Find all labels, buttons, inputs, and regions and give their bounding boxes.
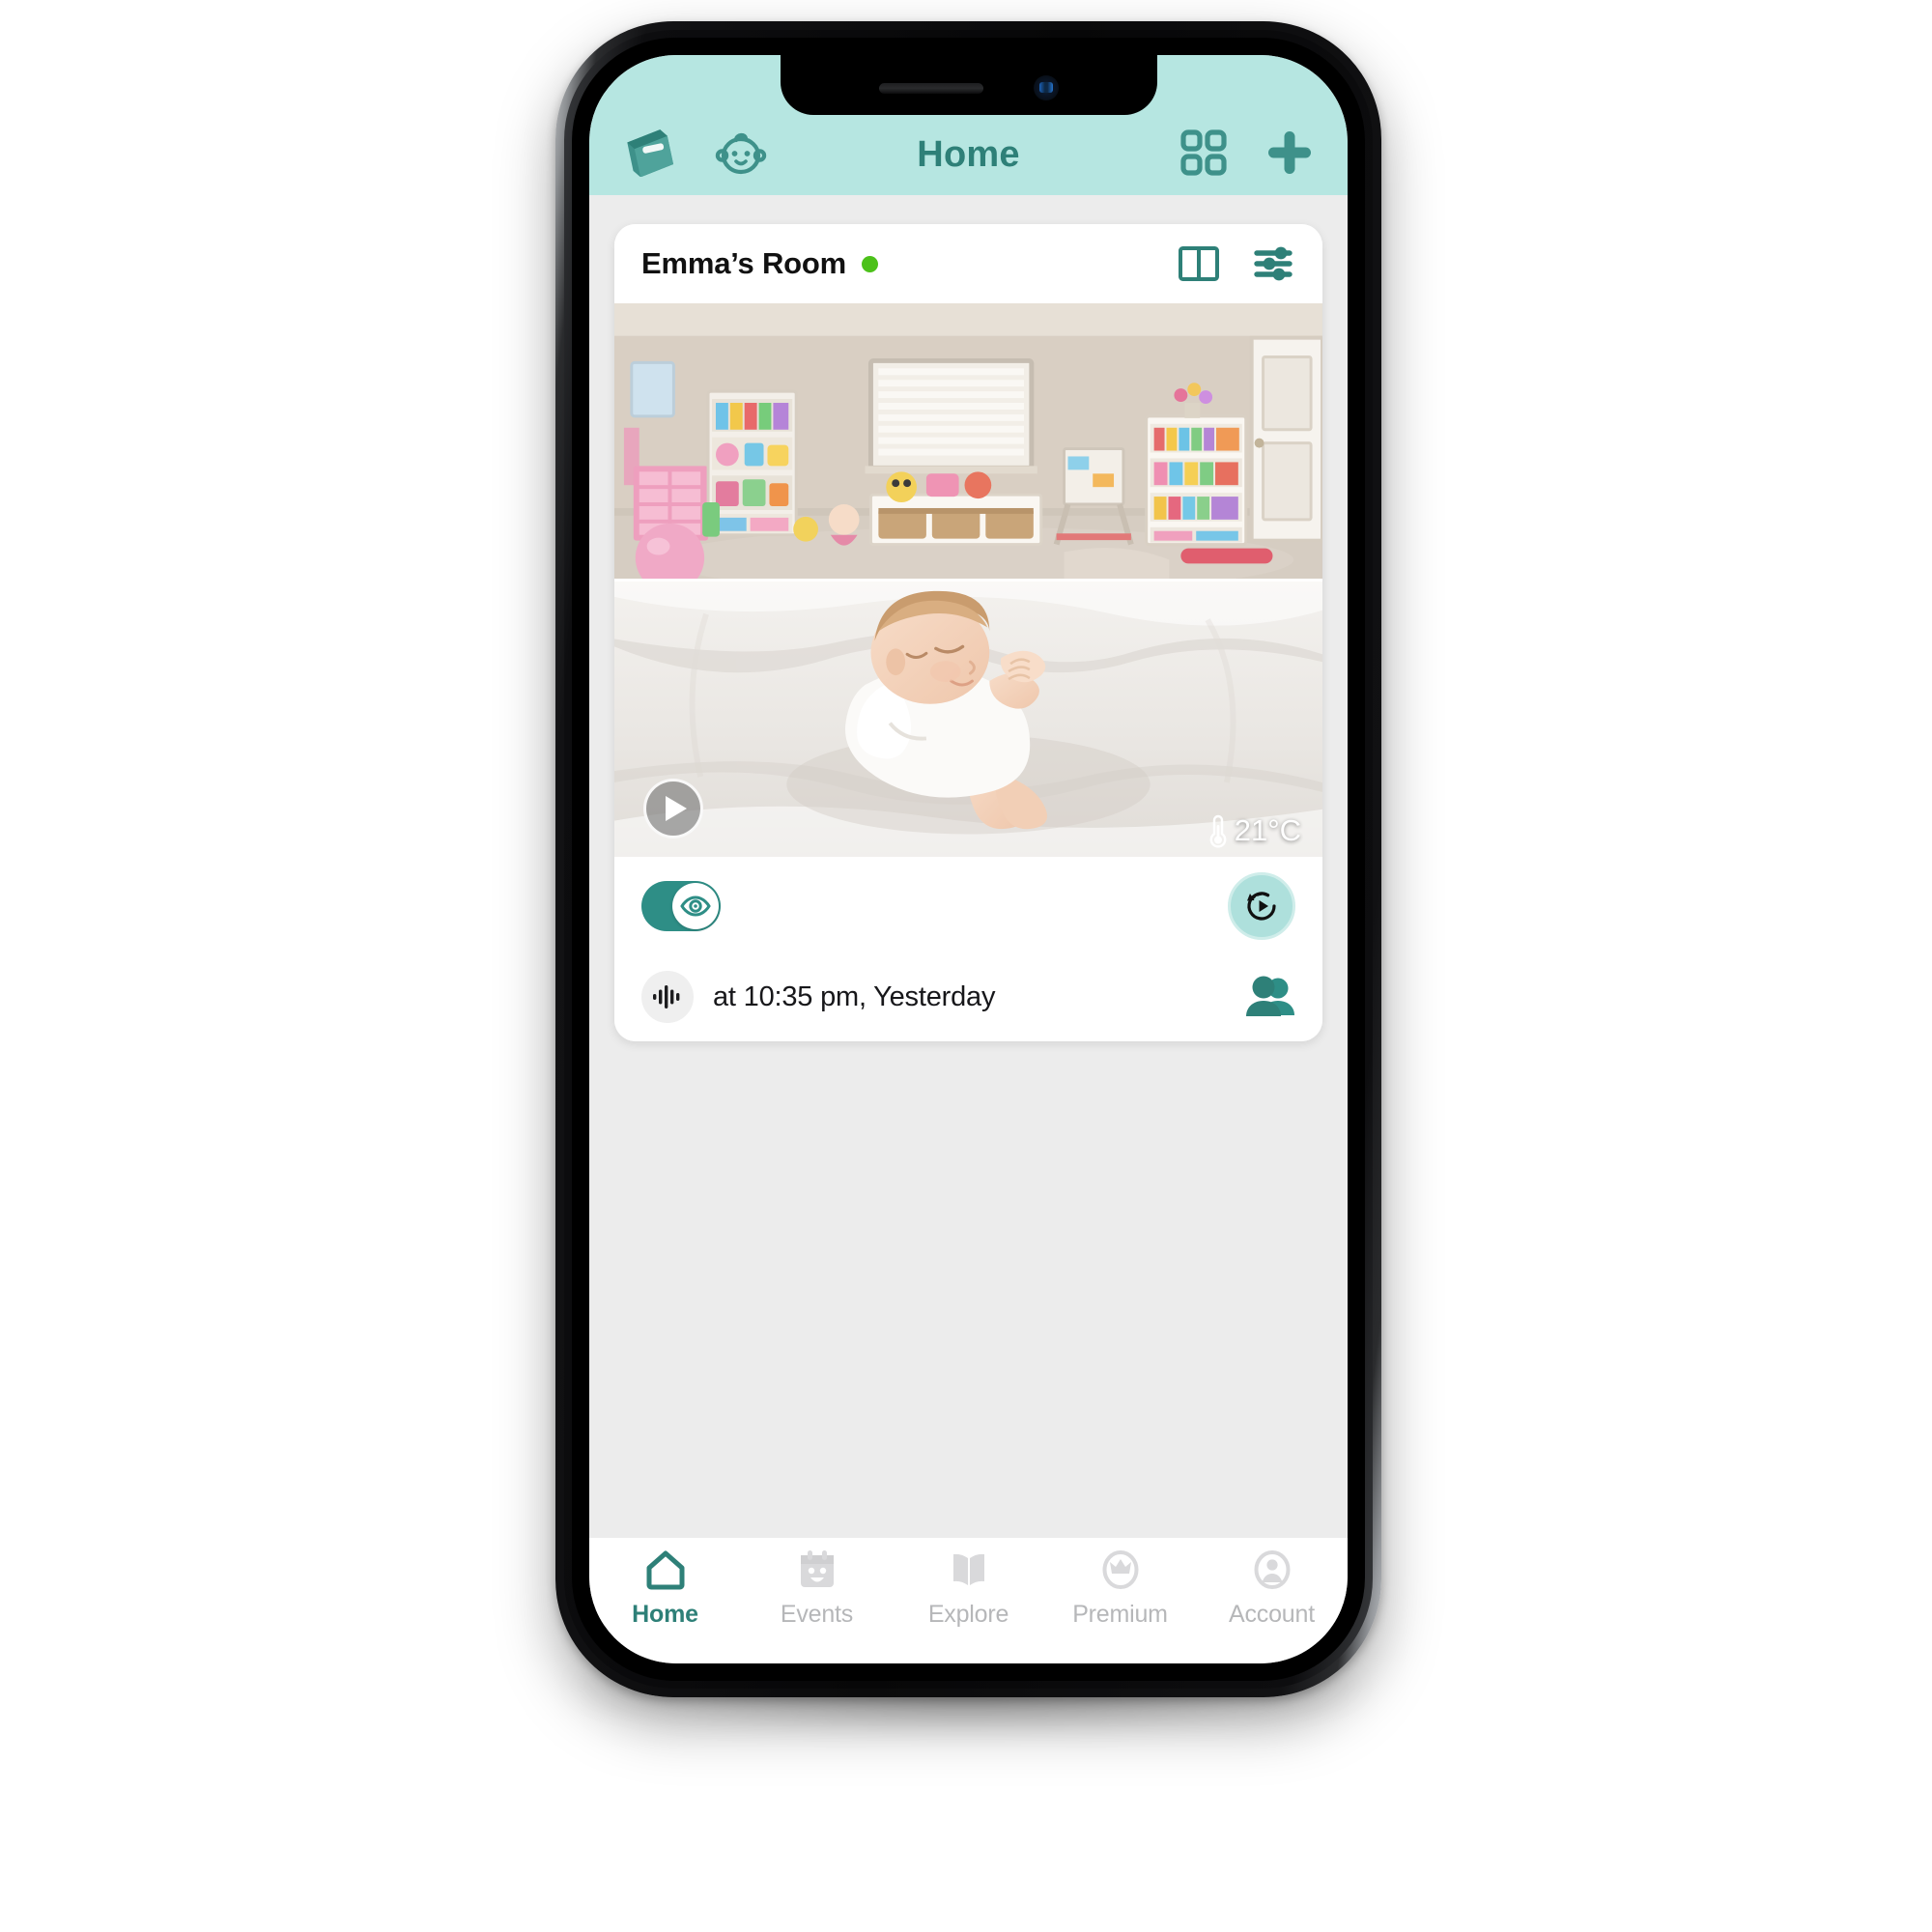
sliders-icon[interactable] [1251, 244, 1295, 283]
status-badge [862, 255, 878, 272]
header-left-actions [622, 128, 767, 178]
tab-home-label: Home [632, 1601, 698, 1628]
replay-icon [1247, 892, 1276, 921]
watch-toggle[interactable] [641, 881, 721, 931]
tab-explore-label: Explore [927, 1601, 1009, 1628]
phone-screen: Home Emma’s Room 21°C at 10:35 pm, Yeste… [589, 55, 1348, 1663]
eye-icon [680, 895, 711, 917]
camera-card: Emma’s Room 21°C at 10:35 pm, Yesterday [614, 224, 1322, 1041]
toggle-knob [672, 883, 719, 929]
tab-explore[interactable]: Explore [893, 1548, 1044, 1629]
temperature-badge: 21°C [1208, 813, 1301, 848]
tab-premium-label: Premium [1072, 1601, 1168, 1628]
baby-face-icon[interactable] [715, 128, 767, 178]
crib-close-view[interactable]: 21°C [614, 582, 1322, 860]
room-wide-view[interactable] [614, 303, 1322, 582]
plus-icon[interactable] [1264, 128, 1315, 178]
replay-button[interactable] [1228, 872, 1295, 940]
tab-events[interactable]: Events [741, 1548, 893, 1629]
people-icon[interactable] [1245, 976, 1295, 1018]
thermometer-icon [1208, 813, 1228, 848]
person-circle-icon [1250, 1548, 1294, 1592]
front-camera-icon [1033, 75, 1059, 100]
tab-account-label: Account [1229, 1601, 1315, 1628]
crown-circle-icon [1098, 1548, 1143, 1592]
screenshot-root: Home Emma’s Room 21°C at 10:35 pm, Yeste… [0, 0, 1932, 1932]
camera-card-header: Emma’s Room [614, 224, 1322, 303]
open-book-icon [947, 1548, 991, 1592]
play-triangle-icon [666, 796, 687, 821]
tab-events-label: Events [780, 1601, 854, 1628]
grid-icon[interactable] [1179, 128, 1228, 177]
last-event-row[interactable]: at 10:35 pm, Yesterday [614, 952, 1322, 1041]
phone-device: Home Emma’s Room 21°C at 10:35 pm, Yeste… [555, 21, 1381, 1697]
temperature-value: 21°C [1234, 813, 1301, 847]
tab-account[interactable]: Account [1196, 1548, 1348, 1629]
app-body: Emma’s Room 21°C at 10:35 pm, Yesterday [589, 195, 1348, 1538]
audio-waveform-icon [641, 971, 694, 1023]
tab-home[interactable]: Home [589, 1548, 741, 1629]
calendar-face-icon [795, 1548, 839, 1592]
header-right-actions [1179, 128, 1315, 178]
last-event-timestamp: at 10:35 pm, Yesterday [713, 980, 996, 1012]
split-view-icon[interactable] [1178, 244, 1220, 283]
book-icon[interactable] [622, 128, 676, 177]
device-notch [780, 55, 1157, 115]
bottom-navigation: Home Events Explore Premium Account [589, 1538, 1348, 1663]
house-icon [643, 1548, 688, 1592]
camera-card-actions [1178, 244, 1295, 283]
tab-premium[interactable]: Premium [1044, 1548, 1196, 1629]
play-button[interactable] [643, 779, 703, 838]
camera-controls-row [614, 860, 1322, 952]
earpiece-speaker-icon [878, 82, 983, 94]
room-name: Emma’s Room [641, 246, 846, 280]
room-wide-view-image [614, 303, 1322, 580]
